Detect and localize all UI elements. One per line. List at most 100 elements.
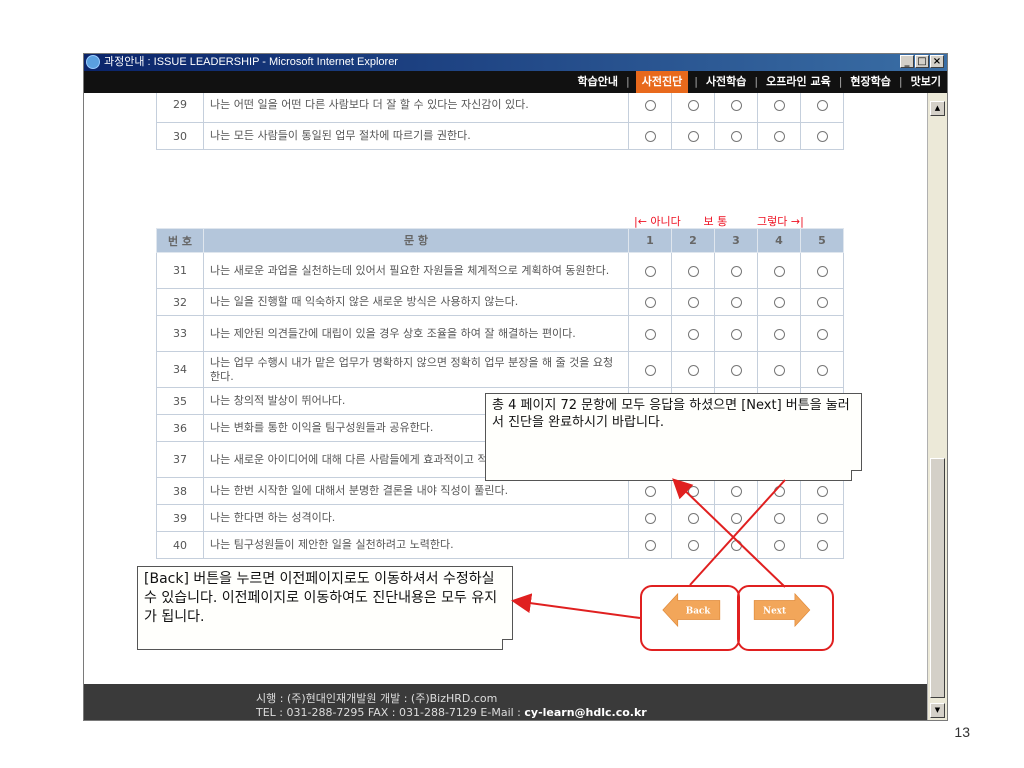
question-number: 36 bbox=[156, 414, 204, 442]
survey-table-previous: 29 나는 어떤 일을 어떤 다른 사람보다 더 잘 할 수 있다는 자신감이 있… bbox=[156, 93, 844, 150]
answer-radio[interactable] bbox=[816, 131, 828, 142]
answer-radio[interactable] bbox=[816, 297, 828, 308]
nav-item[interactable]: 학습안내 bbox=[576, 71, 620, 93]
answer-radio[interactable] bbox=[816, 265, 828, 277]
answer-radio[interactable] bbox=[773, 99, 785, 111]
answer-cell bbox=[800, 93, 844, 123]
scroll-up-icon[interactable]: ▲ bbox=[930, 101, 945, 116]
question-number: 39 bbox=[156, 504, 204, 532]
header-option: 4 bbox=[757, 228, 801, 253]
header-option: 1 bbox=[628, 228, 672, 253]
callout-fold bbox=[851, 470, 862, 481]
answer-radio[interactable] bbox=[816, 99, 828, 111]
answer-cell bbox=[671, 288, 715, 316]
answer-cell bbox=[800, 504, 844, 532]
answer-radio[interactable] bbox=[816, 328, 828, 340]
question-number: 32 bbox=[156, 288, 204, 316]
answer-cell bbox=[671, 477, 715, 505]
answer-radio[interactable] bbox=[816, 513, 828, 524]
scroll-down-icon[interactable]: ▼ bbox=[930, 703, 945, 718]
table-row: 34 나는 업무 수행시 내가 맡은 업무가 명확하지 않으면 정확히 업무 분장… bbox=[156, 351, 844, 388]
answer-cell bbox=[757, 122, 801, 150]
answer-radio[interactable] bbox=[730, 486, 742, 497]
answer-radio[interactable] bbox=[730, 513, 742, 524]
question-text: 나는 새로운 과업을 실천하는데 있어서 필요한 자원들을 체계적으로 계획하여… bbox=[203, 252, 629, 289]
answer-radio[interactable] bbox=[687, 486, 699, 497]
answer-radio[interactable] bbox=[730, 364, 742, 376]
answer-radio[interactable] bbox=[644, 297, 656, 308]
answer-radio[interactable] bbox=[773, 328, 785, 340]
answer-radio[interactable] bbox=[687, 99, 699, 111]
question-text: 나는 팀구성원들이 제안한 일을 실천하려고 노력한다. bbox=[203, 531, 629, 559]
nav-item[interactable]: 사전학습 bbox=[704, 71, 748, 93]
next-instruction-callout: 총 4 페이지 72 문항에 모두 응답을 하셨으면 [Next] 버튼을 눌러… bbox=[485, 393, 862, 481]
answer-radio[interactable] bbox=[816, 486, 828, 497]
answer-radio[interactable] bbox=[644, 540, 656, 551]
answer-radio[interactable] bbox=[687, 364, 699, 376]
answer-cell bbox=[714, 122, 758, 150]
nav-item[interactable]: 사전진단 bbox=[635, 71, 689, 93]
title-bar: 과정안내 : ISSUE LEADERSHIP - Microsoft Inte… bbox=[84, 54, 947, 71]
answer-radio[interactable] bbox=[644, 99, 656, 111]
answer-radio[interactable] bbox=[644, 131, 656, 142]
answer-radio[interactable] bbox=[687, 328, 699, 340]
answer-radio[interactable] bbox=[773, 131, 785, 142]
table-row: 31 나는 새로운 과업을 실천하는데 있어서 필요한 자원들을 체계적으로 계획… bbox=[156, 252, 844, 289]
answer-cell bbox=[757, 315, 801, 352]
answer-radio[interactable] bbox=[773, 297, 785, 308]
answer-radio[interactable] bbox=[644, 364, 656, 376]
answer-cell bbox=[671, 504, 715, 532]
answer-radio[interactable] bbox=[773, 265, 785, 277]
answer-radio[interactable] bbox=[644, 328, 656, 340]
table-row: 38 나는 한번 시작한 일에 대해서 분명한 결론을 내야 직성이 풀린다. bbox=[156, 477, 844, 505]
nav-item[interactable]: 오프라인 교육 bbox=[764, 71, 833, 93]
answer-radio[interactable] bbox=[687, 265, 699, 277]
scrollbar-thumb[interactable] bbox=[930, 458, 945, 698]
answer-radio[interactable] bbox=[687, 513, 699, 524]
answer-cell bbox=[628, 93, 672, 123]
footer-email[interactable]: cy-learn@hdlc.co.kr bbox=[524, 706, 646, 719]
answer-cell bbox=[757, 351, 801, 388]
back-highlight-box bbox=[640, 585, 740, 651]
answer-radio[interactable] bbox=[773, 486, 785, 497]
answer-radio[interactable] bbox=[644, 486, 656, 497]
answer-cell bbox=[757, 93, 801, 123]
answer-radio[interactable] bbox=[687, 540, 699, 551]
nav-item[interactable]: 맛보기 bbox=[909, 71, 943, 93]
answer-radio[interactable] bbox=[730, 265, 742, 277]
answer-radio[interactable] bbox=[816, 540, 828, 551]
answer-radio[interactable] bbox=[773, 364, 785, 376]
header-option: 2 bbox=[671, 228, 715, 253]
nav-separator: | bbox=[626, 75, 630, 88]
answer-radio[interactable] bbox=[687, 131, 699, 142]
answer-cell bbox=[671, 531, 715, 559]
minimize-button[interactable]: _ bbox=[900, 55, 914, 68]
vertical-scrollbar[interactable]: ▲ ▼ bbox=[927, 93, 947, 720]
answer-cell bbox=[757, 504, 801, 532]
answer-radio[interactable] bbox=[644, 265, 656, 277]
internet-explorer-icon bbox=[86, 55, 100, 69]
answer-cell bbox=[671, 93, 715, 123]
answer-radio[interactable] bbox=[730, 540, 742, 551]
answer-radio[interactable] bbox=[773, 540, 785, 551]
answer-radio[interactable] bbox=[773, 513, 785, 524]
nav-item[interactable]: 현장학습 bbox=[848, 71, 892, 93]
answer-scale-legend: |← 아니다 보 통 그렇다 →| bbox=[634, 213, 804, 229]
maximize-button[interactable]: □ bbox=[915, 55, 929, 68]
answer-cell bbox=[714, 531, 758, 559]
question-number: 33 bbox=[156, 315, 204, 352]
answer-cell bbox=[714, 288, 758, 316]
answer-radio[interactable] bbox=[816, 364, 828, 376]
answer-radio[interactable] bbox=[730, 99, 742, 111]
answer-cell bbox=[628, 351, 672, 388]
answer-cell bbox=[757, 477, 801, 505]
answer-radio[interactable] bbox=[687, 297, 699, 308]
answer-radio[interactable] bbox=[730, 131, 742, 142]
question-text: 나는 일을 진행할 때 익숙하지 않은 새로운 방식은 사용하지 않는다. bbox=[203, 288, 629, 316]
answer-cell bbox=[800, 315, 844, 352]
answer-cell bbox=[800, 252, 844, 289]
answer-radio[interactable] bbox=[730, 328, 742, 340]
answer-radio[interactable] bbox=[644, 513, 656, 524]
answer-radio[interactable] bbox=[730, 297, 742, 308]
close-button[interactable]: × bbox=[930, 55, 944, 68]
